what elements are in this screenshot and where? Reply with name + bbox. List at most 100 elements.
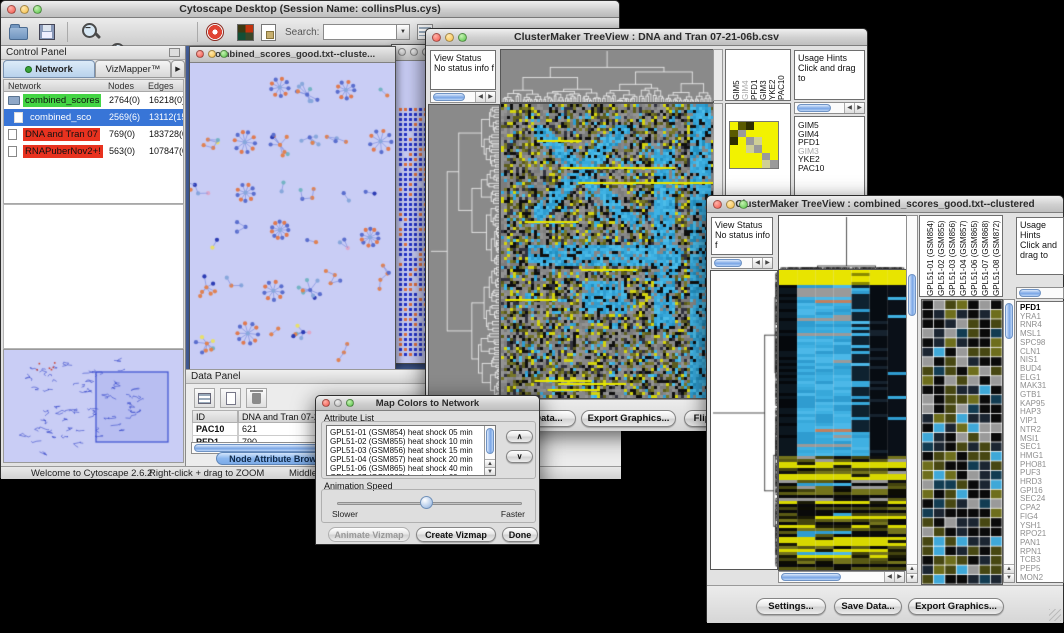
- scroll-thumb[interactable]: [1005, 303, 1013, 339]
- scroll-thumb[interactable]: [1019, 289, 1041, 297]
- scroll-thumb[interactable]: [714, 259, 742, 267]
- scroll-left-icon[interactable]: [752, 258, 762, 268]
- main-titlebar[interactable]: Cytoscape Desktop (Session Name: collins…: [1, 1, 619, 18]
- usage-hints-scrollbar[interactable]: [794, 102, 865, 114]
- network-list-item[interactable]: DNA and Tran 07769(0)183728(0): [4, 126, 183, 143]
- network-overview-canvas[interactable]: [4, 350, 183, 462]
- dense-network-canvas[interactable]: [398, 107, 428, 359]
- usage-hints-scrollbar[interactable]: [1016, 287, 1064, 299]
- scroll-up-icon[interactable]: [485, 459, 495, 467]
- scroll-thumb[interactable]: [433, 93, 465, 101]
- scroll-up-icon[interactable]: [907, 564, 917, 573]
- scroll-left-icon[interactable]: [475, 92, 485, 102]
- close-icon[interactable]: [398, 48, 406, 56]
- heatmap-hscrollbar[interactable]: [778, 571, 905, 583]
- scroll-thumb[interactable]: [908, 274, 916, 316]
- create-vizmap-button[interactable]: Create Vizmap: [416, 527, 496, 542]
- scroll-down-icon[interactable]: [907, 573, 917, 582]
- network-list-item[interactable]: combined_sco2569(6)13112(15): [4, 109, 183, 126]
- resize-grip[interactable]: [1049, 609, 1061, 621]
- vizmapper-icon[interactable]: [235, 22, 257, 43]
- zoom-matrix[interactable]: [729, 121, 779, 169]
- scroll-right-icon[interactable]: [854, 103, 864, 113]
- scroll-thumb[interactable]: [486, 428, 494, 454]
- annotation-icon[interactable]: [259, 22, 281, 43]
- minimize-icon[interactable]: [20, 5, 29, 14]
- animate-vizmap-button[interactable]: Animate Vizmap: [328, 527, 410, 542]
- done-button[interactable]: Done: [502, 527, 538, 542]
- column-header-id[interactable]: ID: [192, 410, 238, 423]
- attribute-table-icon[interactable]: [194, 388, 215, 408]
- zoom-window-icon[interactable]: [33, 5, 42, 14]
- minimize-icon[interactable]: [334, 399, 342, 407]
- row-dendrogram[interactable]: [428, 104, 500, 399]
- column-dendrogram-scrollbar[interactable]: [713, 49, 723, 101]
- tab-overflow-icon[interactable]: ▶: [171, 60, 185, 78]
- minimize-icon[interactable]: [208, 50, 216, 58]
- close-icon[interactable]: [7, 5, 16, 14]
- tab-network[interactable]: Network: [3, 60, 95, 78]
- zoom-out-icon[interactable]: [81, 22, 101, 42]
- attribute-list-item[interactable]: GPL51-01 (GSM854) heat shock 05 min: [330, 428, 473, 437]
- speed-slider-thumb[interactable]: [420, 496, 433, 509]
- export-graphics-button[interactable]: Export Graphics...: [908, 598, 1004, 615]
- tab-vizmapper[interactable]: VizMapper™: [95, 60, 171, 78]
- scroll-left-icon[interactable]: [884, 572, 894, 582]
- search-dropdown-icon[interactable]: [396, 24, 410, 40]
- close-icon[interactable]: [713, 200, 722, 209]
- attribute-list-item[interactable]: GPL51-07 (GSM868) heat shock 60 min: [330, 473, 473, 476]
- treeview2-titlebar[interactable]: ClusterMaker TreeView : combined_scores_…: [707, 196, 1063, 213]
- zoom-window-icon[interactable]: [346, 399, 354, 407]
- network-overview-panel[interactable]: [3, 349, 184, 463]
- settings-button[interactable]: Settings...: [756, 598, 826, 615]
- move-down-button[interactable]: ∨: [506, 450, 533, 463]
- scroll-down-icon[interactable]: [1004, 573, 1014, 582]
- minimize-icon[interactable]: [445, 33, 454, 42]
- scroll-right-icon[interactable]: [762, 258, 772, 268]
- attribute-list-item[interactable]: GPL51-02 (GSM855) heat shock 10 min: [330, 437, 473, 446]
- column-dendrogram[interactable]: [500, 49, 714, 103]
- delete-attribute-icon[interactable]: [246, 388, 267, 408]
- scroll-left-icon[interactable]: [844, 103, 854, 113]
- close-icon[interactable]: [432, 33, 441, 42]
- search-input[interactable]: [323, 24, 397, 40]
- network-view-window[interactable]: combined_scores_good.txt--cluste...: [189, 46, 396, 369]
- dialog-titlebar[interactable]: Map Colors to Network: [316, 396, 539, 411]
- attribute-list-item[interactable]: GPL51-03 (GSM856) heat shock 15 min: [330, 446, 473, 455]
- attribute-list-item[interactable]: GPL51-06 (GSM865) heat shock 40 min: [330, 464, 473, 473]
- network-list-item[interactable]: RNAPuberNov2+!563(0)107847(0): [4, 143, 183, 160]
- zoom-window-icon[interactable]: [458, 33, 467, 42]
- export-graphics-button[interactable]: Export Graphics...: [581, 410, 676, 427]
- close-icon[interactable]: [322, 399, 330, 407]
- attribute-list[interactable]: GPL51-01 (GSM854) heat shock 05 minGPL51…: [326, 425, 496, 476]
- heatmap[interactable]: [500, 103, 714, 399]
- scroll-up-icon[interactable]: [1004, 564, 1014, 573]
- new-attribute-icon[interactable]: [220, 388, 241, 408]
- treeview1-titlebar[interactable]: ClusterMaker TreeView : DNA and Tran 07-…: [426, 29, 867, 46]
- move-up-button[interactable]: ∧: [506, 430, 533, 443]
- scroll-right-icon[interactable]: [894, 572, 904, 582]
- network-list-item[interactable]: combined_scores2764(0)16218(0): [4, 92, 183, 109]
- attribute-list-item[interactable]: GPL51-04 (GSM857) heat shock 20 min: [330, 455, 473, 464]
- heatmap[interactable]: [778, 269, 907, 571]
- zoom-pixel-view[interactable]: [921, 299, 1003, 585]
- zoom-window-icon[interactable]: [739, 200, 748, 209]
- scroll-thumb[interactable]: [797, 104, 831, 112]
- save-data-button[interactable]: Save Data...: [834, 598, 902, 615]
- save-session-icon[interactable]: [37, 22, 59, 43]
- column-dendrogram[interactable]: [778, 215, 907, 270]
- zoom-view-scrollbar[interactable]: [1003, 299, 1015, 583]
- float-panel-icon[interactable]: [169, 48, 180, 57]
- view-status-scrollbar[interactable]: [711, 257, 773, 269]
- scroll-down-icon[interactable]: [485, 467, 495, 475]
- scroll-right-icon[interactable]: [485, 92, 495, 102]
- help-icon[interactable]: [205, 22, 227, 43]
- minimize-icon[interactable]: [410, 48, 418, 56]
- network-canvas[interactable]: [190, 63, 395, 369]
- minimize-icon[interactable]: [726, 200, 735, 209]
- attribute-list-scrollbar[interactable]: [484, 426, 495, 475]
- close-icon[interactable]: [196, 50, 204, 58]
- view-status-scrollbar[interactable]: [430, 91, 496, 103]
- zoom-window-icon[interactable]: [220, 50, 228, 58]
- row-dendrogram[interactable]: [710, 270, 778, 570]
